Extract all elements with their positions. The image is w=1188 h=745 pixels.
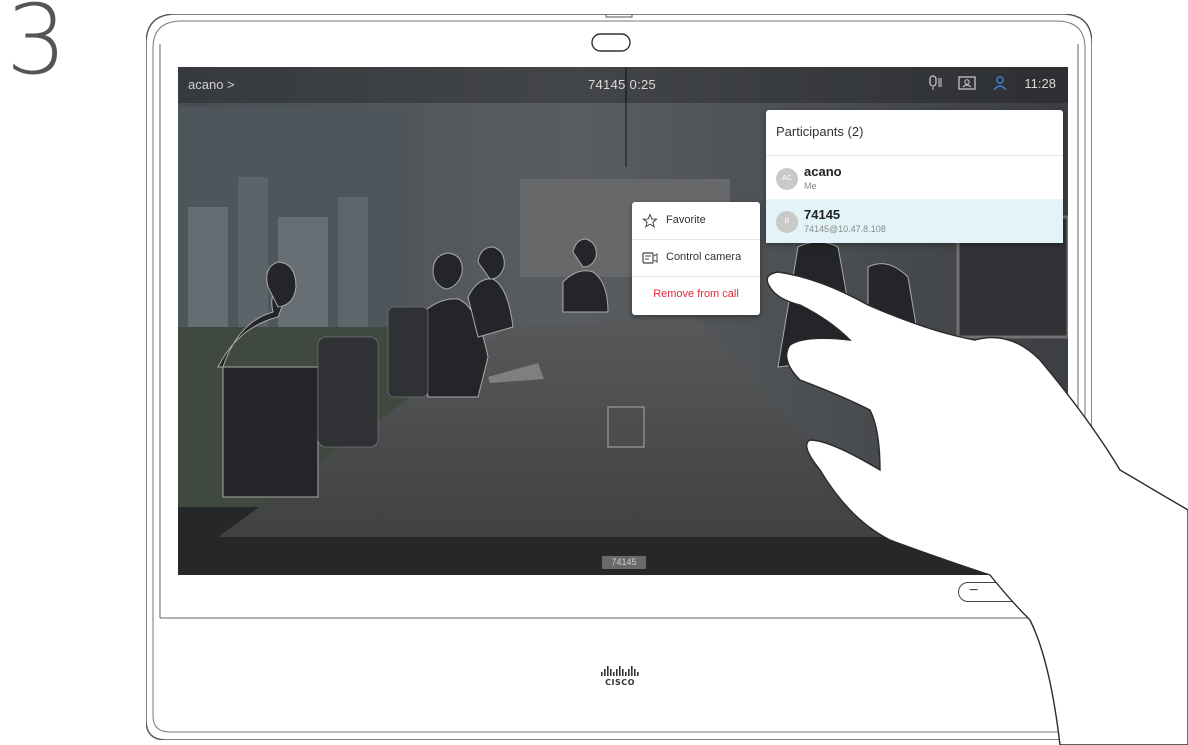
participant-row[interactable]: AC acano Me — [766, 155, 1063, 200]
volume-down-button[interactable]: − — [969, 582, 978, 600]
remove-from-call-menu-item[interactable]: Remove from call — [632, 276, 760, 313]
video-name-label: 74145 — [602, 556, 646, 569]
status-icons: 11:28 — [928, 75, 1056, 91]
star-icon — [642, 213, 658, 228]
call-info: 74145 0:25 — [588, 77, 657, 92]
participant-name: 74145 — [804, 207, 841, 222]
camera-control-icon — [642, 252, 658, 264]
participant-name: acano — [804, 164, 842, 179]
avatar: AC — [776, 168, 798, 190]
menu-item-label: Remove from call — [653, 288, 739, 300]
selfview-icon[interactable] — [958, 75, 977, 91]
participant-row-selected[interactable]: B 74145 74145@10.47.8.108 — [766, 199, 1063, 243]
avatar: B — [776, 211, 798, 233]
caller-name[interactable]: acano > — [188, 77, 235, 92]
volume-control[interactable]: − + — [958, 582, 1022, 602]
mic-icon[interactable] — [928, 75, 942, 91]
brand-text: CISCO — [605, 678, 635, 687]
step-number: 3 — [6, 0, 68, 96]
participant-context-menu: Favorite Control camera Remove from call — [632, 202, 760, 315]
favorite-menu-item[interactable]: Favorite — [632, 202, 760, 240]
cisco-bars-icon — [601, 666, 639, 676]
participants-icon[interactable] — [992, 75, 1008, 91]
participants-title: Participants (2) — [776, 124, 864, 139]
menu-item-label: Control camera — [666, 251, 742, 263]
participant-sub: Me — [804, 181, 817, 191]
control-camera-menu-item[interactable]: Control camera — [632, 239, 760, 277]
video-screen[interactable]: acano > 74145 0:25 11:28 Participants (2… — [178, 67, 1068, 575]
cisco-logo: CISCO — [595, 664, 645, 690]
volume-up-button[interactable]: + — [1004, 582, 1013, 600]
participants-panel: Participants (2) AC acano Me B 74145 741… — [766, 110, 1063, 243]
call-status-bar: acano > 74145 0:25 11:28 — [178, 67, 1068, 103]
clock: 11:28 — [1024, 75, 1056, 91]
menu-item-label: Favorite — [666, 214, 706, 226]
participant-sub: 74145@10.47.8.108 — [804, 224, 886, 234]
